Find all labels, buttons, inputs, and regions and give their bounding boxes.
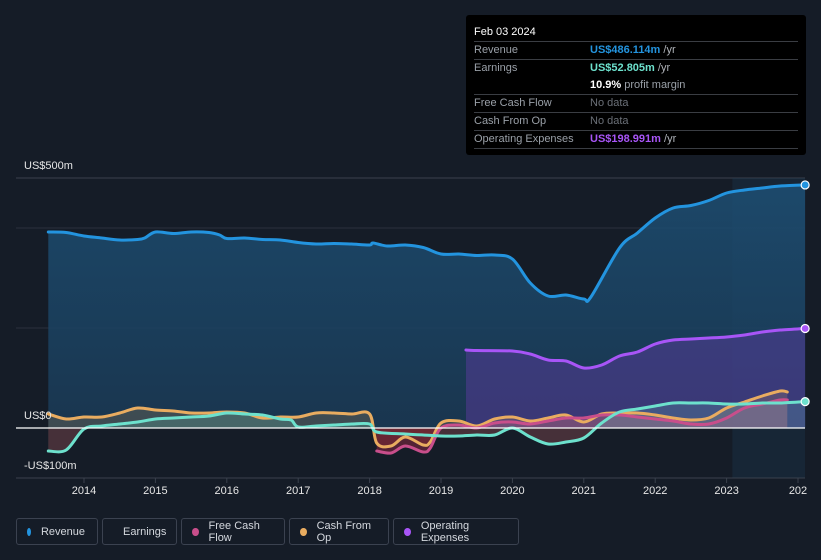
tooltip-value: No data — [590, 97, 629, 109]
x-axis-ticks: 2014 2015 2016 2017 2018 2019 2020 2021 2022 2023… — [72, 478, 807, 497]
tooltip-value: 10.9% — [590, 79, 622, 91]
tooltip-label: Operating Expenses — [474, 133, 574, 145]
x-tick-label: 2023 — [714, 485, 738, 497]
legend-label: Revenue — [40, 525, 85, 538]
tooltip-label: Cash From Op — [474, 115, 547, 127]
legend-label: Earnings — [123, 525, 167, 538]
revenue-end-marker — [800, 180, 810, 190]
tooltip-value: US$486.114m — [590, 44, 661, 56]
x-tick-label: 2018 — [357, 485, 381, 497]
legend-item-free-cash-flow[interactable]: Free Cash Flow — [181, 518, 285, 545]
y-label-neg100m: -US$100m — [24, 460, 77, 472]
legend-item-earnings[interactable]: Earnings — [102, 518, 177, 545]
tooltip-row-earnings: Earnings US$52.805m /yr — [474, 60, 798, 77]
x-tick-label: 2021 — [572, 485, 596, 497]
legend-label: Free Cash Flow — [208, 519, 260, 544]
x-tick-label: 2017 — [286, 485, 310, 497]
x-tick-label: 2022 — [643, 485, 667, 497]
tooltip-row-cfo: Cash From Op No data — [474, 113, 798, 131]
x-tick-label: 202 — [789, 485, 807, 497]
tooltip-unit: /yr — [663, 44, 676, 56]
x-tick-label: 2015 — [143, 485, 167, 497]
tooltip-row-revenue: Revenue US$486.114m /yr — [474, 42, 798, 60]
tooltip-row-margin: 10.9% profit margin — [474, 77, 798, 95]
tooltip-label: Revenue — [474, 44, 519, 56]
tooltip-label — [474, 77, 590, 94]
x-tick-label: 2020 — [500, 485, 524, 497]
tooltip-label: Free Cash Flow — [474, 97, 552, 109]
x-tick-label: 2014 — [72, 485, 96, 497]
operating-expenses-end-marker — [800, 323, 810, 334]
tooltip-date: Feb 03 2024 — [474, 23, 798, 42]
tooltip-value: US$52.805m — [590, 62, 655, 74]
free-cash-flow-dot-icon — [192, 527, 199, 536]
earnings-end-marker — [800, 397, 810, 407]
tooltip-value: US$198.991m — [590, 133, 661, 145]
x-tick-label: 2016 — [215, 485, 239, 497]
tooltip: Feb 03 2024 Revenue US$486.114m /yr Earn… — [466, 15, 806, 155]
legend-item-revenue[interactable]: Revenue — [16, 518, 98, 545]
legend-label: Cash From Op — [316, 519, 371, 544]
legend-item-cash-from-op[interactable]: Cash From Op — [289, 518, 389, 545]
tooltip-unit: /yr — [664, 133, 677, 145]
legend-item-operating-expenses[interactable]: Operating Expenses — [393, 518, 519, 545]
tooltip-row-fcf: Free Cash Flow No data — [474, 95, 798, 113]
tooltip-unit: profit margin — [624, 79, 686, 91]
x-tick-label: 2019 — [429, 485, 453, 497]
legend: Revenue Earnings Free Cash Flow Cash Fro… — [16, 518, 519, 545]
legend-label: Operating Expenses — [420, 519, 470, 544]
cash-from-op-dot-icon — [300, 527, 307, 536]
tooltip-value: No data — [590, 115, 629, 127]
y-label-0: US$0 — [24, 410, 52, 422]
tooltip-row-opex: Operating Expenses US$198.991m /yr — [474, 131, 798, 149]
revenue-dot-icon — [27, 527, 31, 536]
tooltip-unit: /yr — [657, 62, 671, 74]
y-label-500m: US$500m — [24, 160, 73, 172]
operating-expenses-dot-icon — [404, 527, 411, 536]
tooltip-label: Earnings — [474, 62, 518, 74]
